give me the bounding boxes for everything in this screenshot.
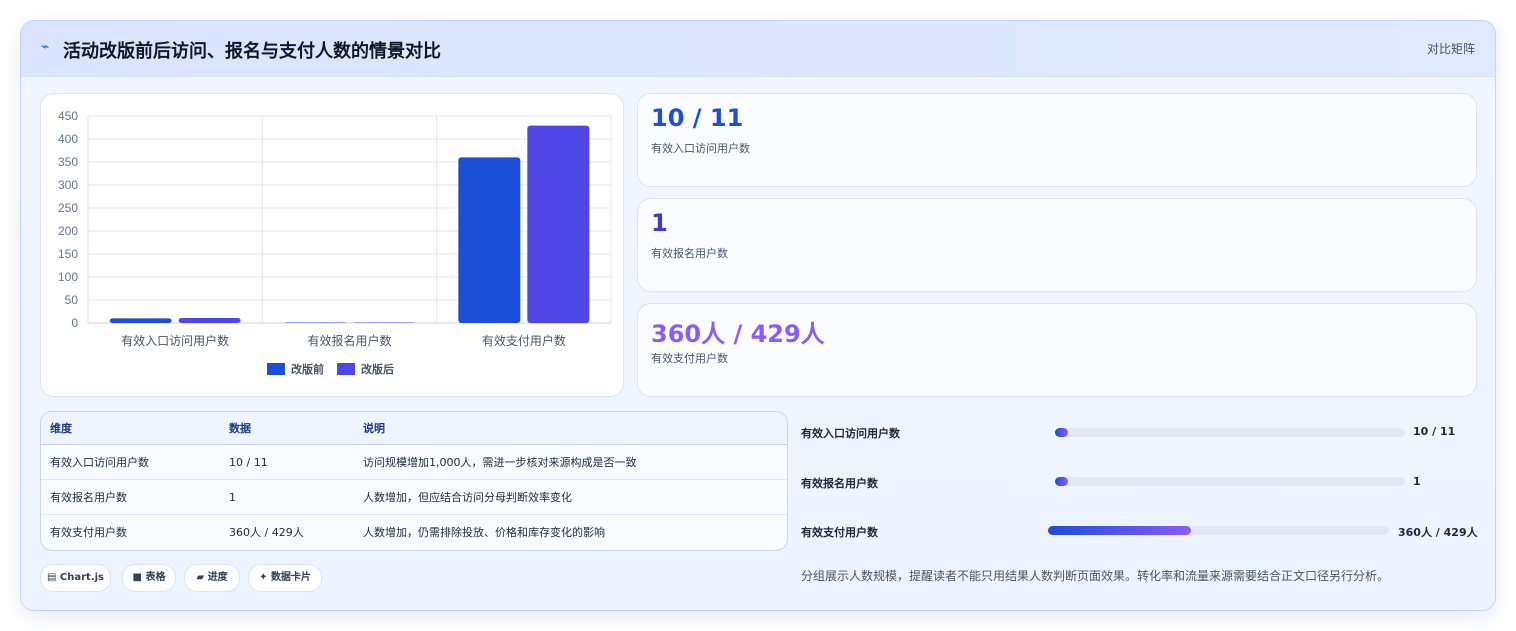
x-tick-label: 有效报名用户数 bbox=[307, 333, 391, 348]
table-cell: 10 / 11 bbox=[220, 444, 354, 480]
progress-track bbox=[1055, 477, 1405, 486]
y-tick-label: 0 bbox=[71, 316, 78, 330]
progress-fill bbox=[1055, 428, 1068, 437]
table-header-row: 维度 数据 说明 bbox=[41, 412, 787, 445]
y-tick-label: 350 bbox=[58, 155, 78, 169]
table-cell: 1 bbox=[220, 479, 354, 515]
tag-label: 表格 bbox=[145, 572, 166, 583]
y-tick-label: 150 bbox=[58, 247, 78, 261]
main-card: ⌁ 活动改版前后访问、报名与支付人数的情景对比 对比矩阵 0 50 100 150 20… bbox=[20, 20, 1496, 611]
stat-card-visits: 10 / 11 有效入口访问用户数 bbox=[637, 93, 1477, 187]
stat-label: 有效支付用户数 bbox=[651, 352, 728, 365]
tag-label: 数据卡片 bbox=[270, 572, 311, 583]
tag-label: 进度 bbox=[207, 572, 228, 583]
progress-fill bbox=[1055, 477, 1068, 486]
bar bbox=[527, 125, 590, 323]
sparkle-icon: ✦ bbox=[259, 572, 268, 583]
legend-label: 改版后 bbox=[361, 362, 394, 376]
progress-value: 10 / 11 bbox=[1413, 425, 1456, 438]
footnote: 分组展示人数规模，提醒读者不能只用结果人数判断页面效果。转化率和流量来源需要结合… bbox=[801, 569, 1390, 583]
table-row: 有效入口访问用户数 10 / 11 访问规模增加1,000人，需进一步核对来源构… bbox=[41, 444, 787, 480]
y-tick-label: 400 bbox=[58, 132, 78, 146]
tag-progress[interactable]: ▰ 进度 bbox=[184, 564, 240, 592]
tag-chartjs[interactable]: ▤ Chart.js bbox=[40, 564, 111, 592]
folder-icon: ▰ bbox=[196, 572, 205, 583]
table-row: 有效支付用户数 360人 / 429人 人数增加，仍需排除投放、价格和库存变化的… bbox=[41, 515, 787, 550]
x-tick-label: 有效入口访问用户数 bbox=[121, 333, 229, 348]
y-tick-label: 50 bbox=[65, 293, 79, 307]
y-tick-label: 300 bbox=[58, 178, 78, 192]
progress-fill bbox=[1048, 526, 1192, 535]
table-cell: 人数增加，但应结合访问分母判断效率变化 bbox=[354, 479, 787, 515]
column-header: 数据 bbox=[220, 412, 354, 445]
stat-label: 有效报名用户数 bbox=[651, 247, 728, 260]
chart-panel: 0 50 100 150 200 250 300 350 400 450 有效入口访问用户数 有效报名… bbox=[40, 93, 624, 397]
y-tick-label: 250 bbox=[58, 201, 78, 215]
x-tick-label: 有效支付用户数 bbox=[482, 333, 566, 348]
progress-label: 有效入口访问用户数 bbox=[801, 427, 900, 440]
progress-track bbox=[1048, 526, 1389, 535]
table-cell: 有效入口访问用户数 bbox=[41, 444, 220, 480]
column-header: 说明 bbox=[354, 412, 787, 445]
legend-label: 改版前 bbox=[291, 362, 324, 376]
stat-value: 360人 / 429人 bbox=[651, 320, 825, 348]
tag-label: Chart.js bbox=[59, 572, 105, 583]
progress-label: 有效报名用户数 bbox=[801, 477, 878, 490]
page-title: 活动改版前后访问、报名与支付人数的情景对比 bbox=[63, 41, 441, 62]
progress-value: 360人 / 429人 bbox=[1398, 526, 1478, 539]
progress-track bbox=[1055, 428, 1405, 437]
progress-label: 有效支付用户数 bbox=[801, 526, 878, 539]
tag-data-cards[interactable]: ✦ 数据卡片 bbox=[248, 564, 322, 592]
tag-table[interactable]: ■ 表格 bbox=[122, 564, 176, 592]
progress-value: 1 bbox=[1413, 475, 1421, 488]
stat-label: 有效入口访问用户数 bbox=[651, 142, 750, 155]
compare-matrix-label: 对比矩阵 bbox=[1426, 42, 1475, 56]
stat-card-signups: 1 有效报名用户数 bbox=[637, 198, 1477, 292]
table-cell: 360人 / 429人 bbox=[229, 526, 304, 539]
legend-swatch bbox=[267, 363, 285, 375]
data-table: 维度 数据 说明 有效入口访问用户数 10 / 11 访问规模增加1,000人，… bbox=[41, 412, 787, 549]
table-row: 有效报名用户数 1 人数增加，但应结合访问分母判断效率变化 bbox=[41, 479, 787, 515]
column-header: 维度 bbox=[41, 412, 220, 445]
table-cell: 访问规模增加1,000人，需进一步核对来源构成是否一致 bbox=[354, 444, 787, 480]
legend-swatch bbox=[337, 363, 355, 375]
bar-chart: 0 50 100 150 200 250 300 350 400 450 有效入口访问用户数 有效报名… bbox=[58, 109, 612, 376]
bar bbox=[178, 317, 241, 323]
table-icon: ■ bbox=[132, 572, 142, 583]
table-cell: 有效支付用户数 bbox=[50, 526, 127, 539]
card-header: ⌁ 活动改版前后访问、报名与支付人数的情景对比 对比矩阵 bbox=[21, 21, 1495, 77]
y-tick-label: 200 bbox=[58, 224, 78, 238]
trend-line-icon: ⌁ bbox=[41, 39, 50, 55]
table-cell: 有效报名用户数 bbox=[41, 479, 220, 515]
bar bbox=[109, 318, 172, 323]
table-cell: 人数增加，仍需排除投放、价格和库存变化的影响 bbox=[363, 526, 605, 539]
y-tick-label: 100 bbox=[58, 270, 78, 284]
chart-icon: ▤ bbox=[46, 572, 57, 583]
bar bbox=[458, 157, 521, 323]
stat-value: 1 bbox=[651, 209, 668, 237]
y-tick-label: 450 bbox=[58, 109, 78, 123]
stat-value: 10 / 11 bbox=[651, 104, 744, 132]
data-table-panel: 维度 数据 说明 有效入口访问用户数 10 / 11 访问规模增加1,000人，… bbox=[40, 411, 788, 551]
stat-card-payments: 360人 / 429人 有效支付用户数 bbox=[637, 303, 1477, 397]
